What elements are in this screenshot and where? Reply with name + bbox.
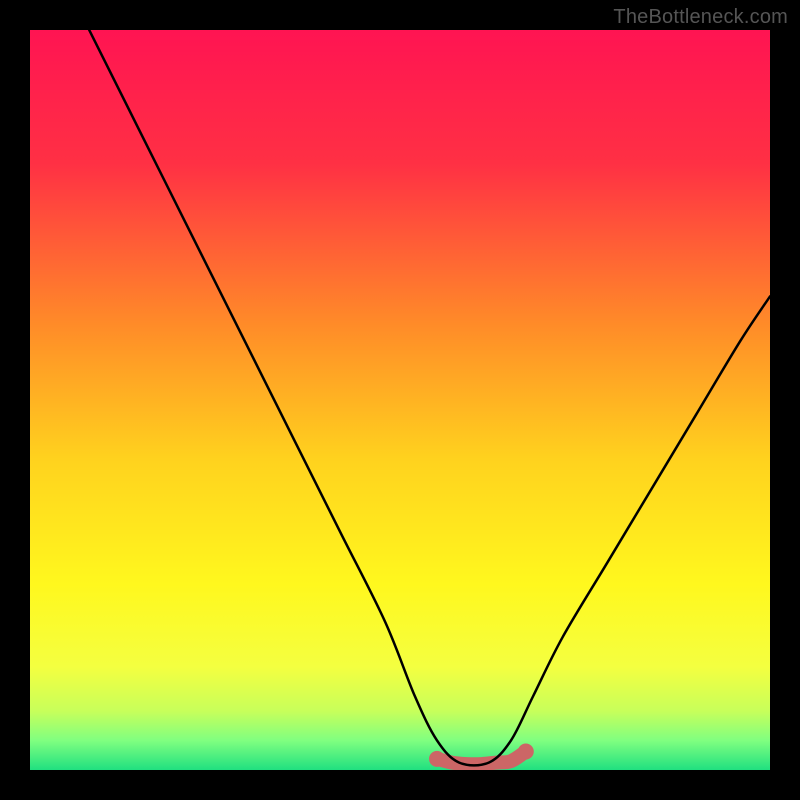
bottleneck-curve-line	[89, 30, 770, 765]
plot-area	[30, 30, 770, 770]
chart-frame: TheBottleneck.com	[0, 0, 800, 800]
watermark-text: TheBottleneck.com	[613, 6, 788, 29]
optimal-zone-start-dot	[429, 751, 445, 767]
chart-curves	[30, 30, 770, 770]
optimal-zone-end-dot	[518, 744, 534, 760]
